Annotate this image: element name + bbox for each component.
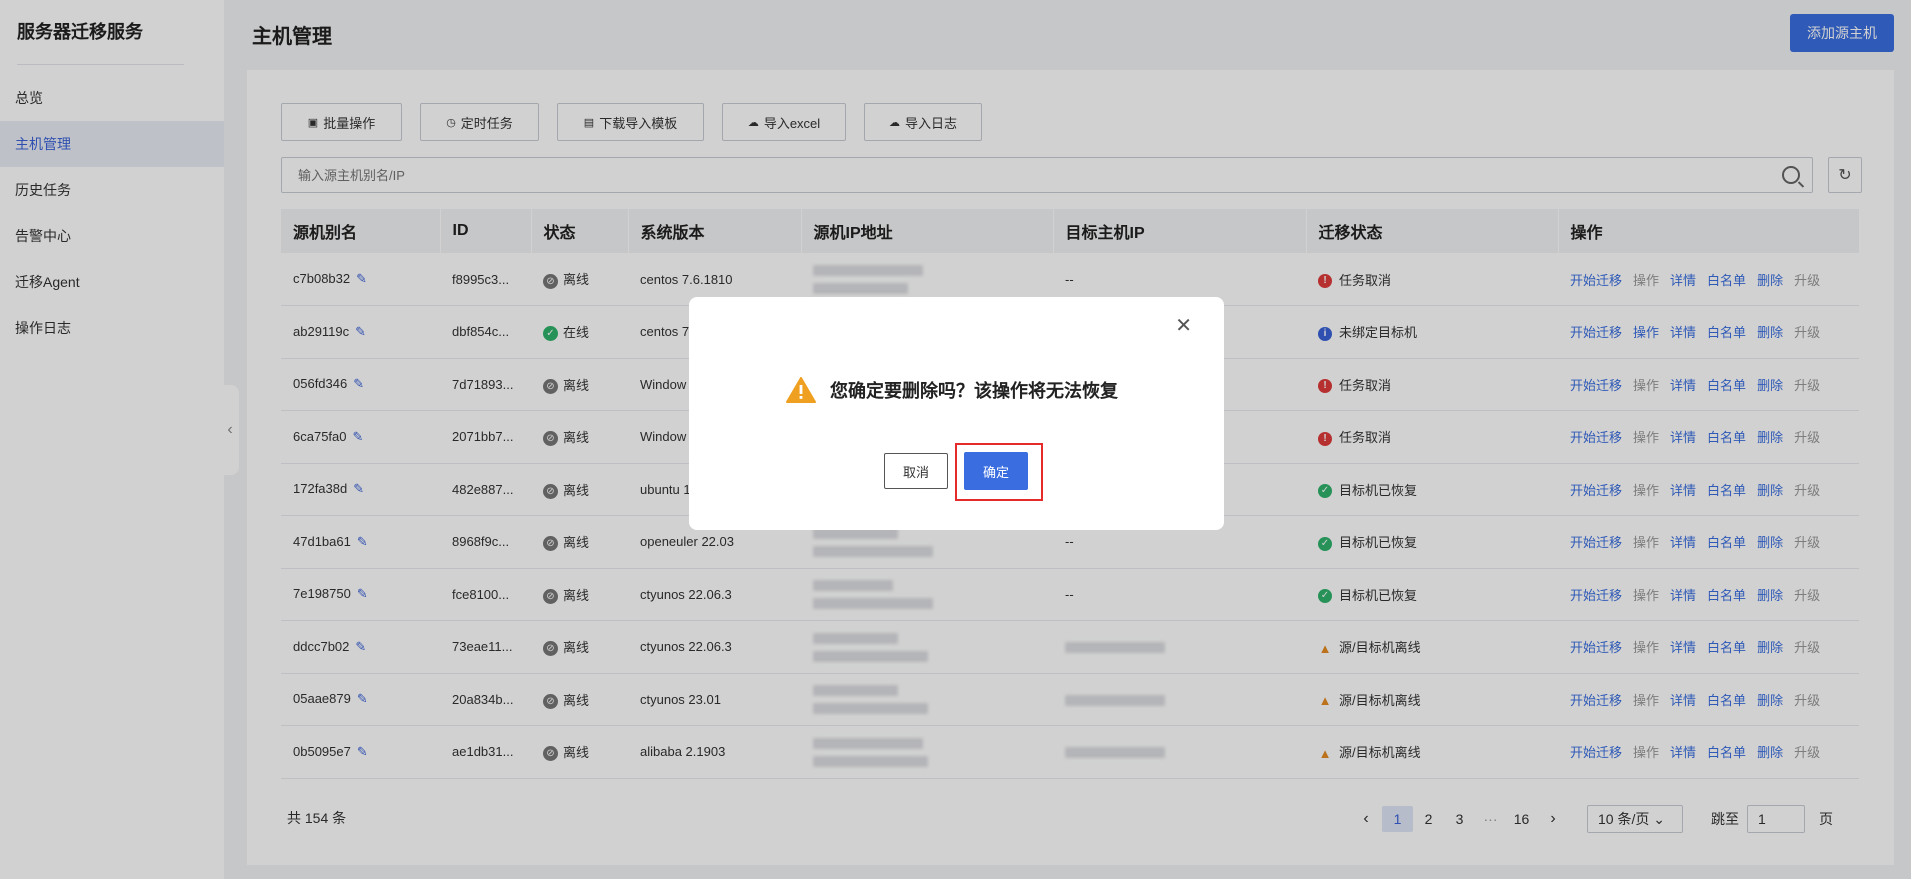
dialog-message: 您确定要删除吗？该操作将无法恢复 — [830, 381, 1118, 401]
close-icon[interactable]: ✕ — [1175, 313, 1192, 338]
delete-confirm-dialog: ✕ 您确定要删除吗？该操作将无法恢复 取消 确定 — [689, 297, 1224, 530]
dialog-message-row: 您确定要删除吗？该操作将无法恢复 — [786, 377, 1118, 403]
warning-icon — [786, 377, 816, 403]
cancel-button[interactable]: 取消 — [884, 453, 948, 489]
confirm-button[interactable]: 确定 — [964, 452, 1028, 490]
